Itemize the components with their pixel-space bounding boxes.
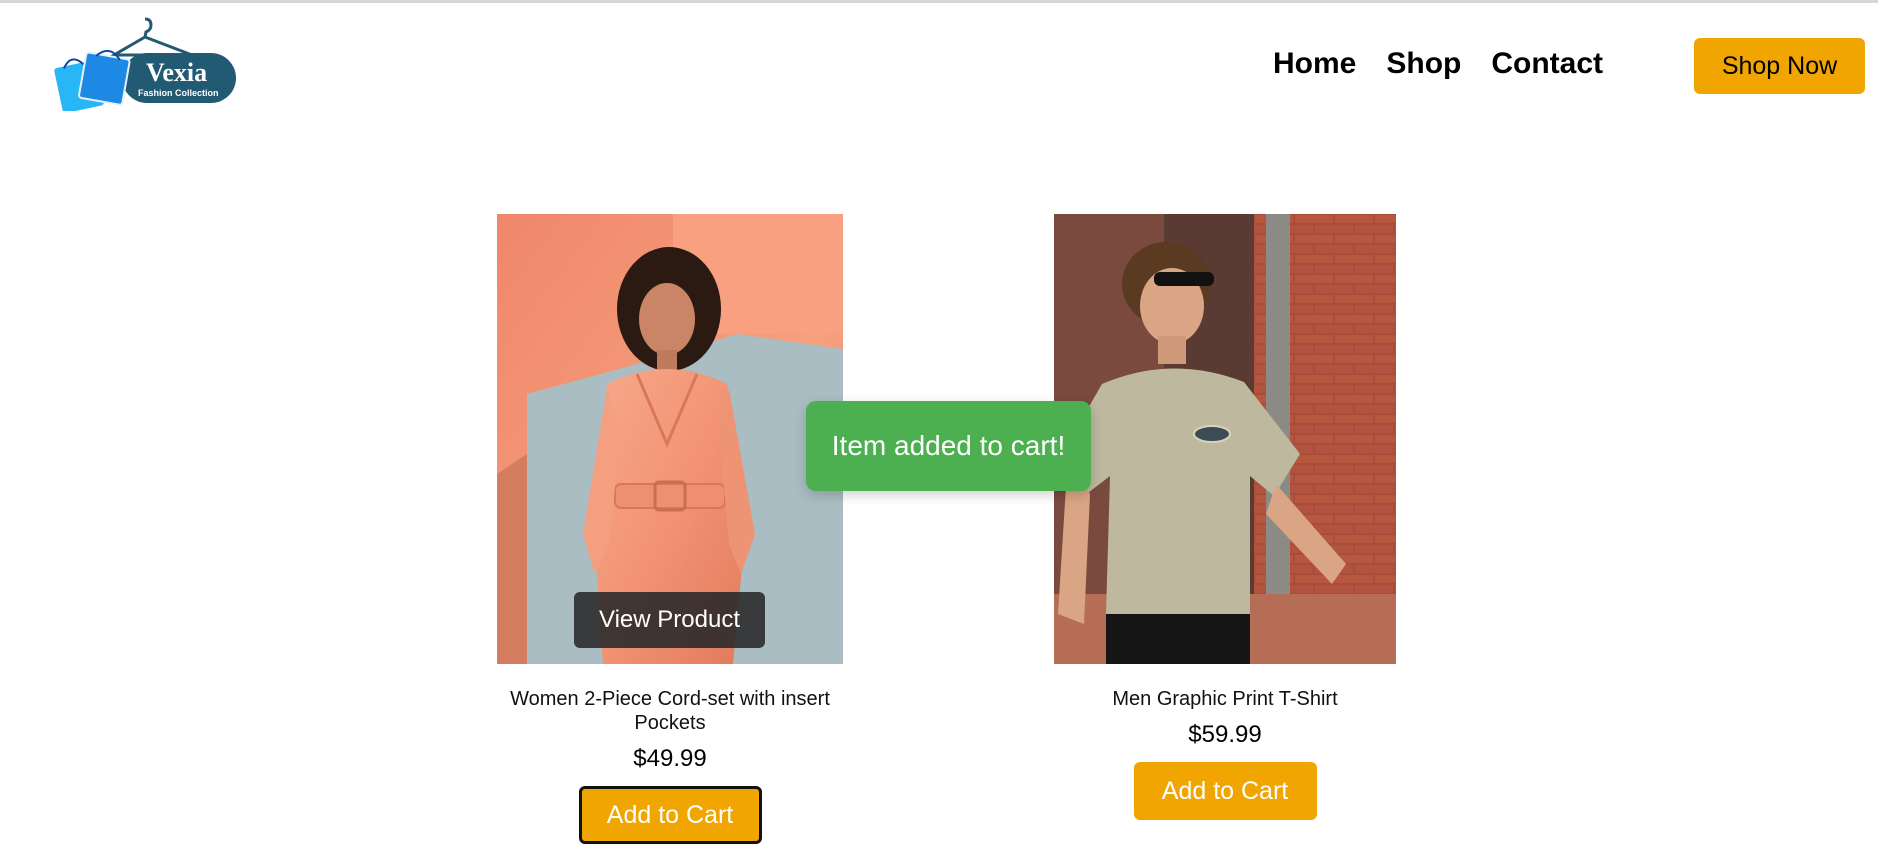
product-name: Men Graphic Print T-Shirt (1112, 688, 1338, 710)
nav-home[interactable]: Home (1273, 46, 1356, 82)
product-image[interactable]: View Product (497, 214, 843, 664)
product-name: Women 2-Piece Cord-set with insert Pocke… (510, 688, 830, 734)
brand-logo[interactable]: Vexia Fashion Collection (52, 15, 238, 114)
nav-contact[interactable]: Contact (1491, 46, 1603, 82)
product-price: $59.99 (1188, 721, 1262, 748)
add-to-cart-button[interactable]: Add to Cart (578, 786, 762, 844)
shop-now-button[interactable]: Shop Now (1694, 38, 1865, 94)
product-price: $49.99 (633, 745, 707, 772)
site-header: Vexia Fashion Collection Home Shop Conta… (0, 3, 1878, 133)
view-product-button[interactable]: View Product (574, 592, 765, 648)
man-tshirt-image (1054, 214, 1396, 664)
add-to-cart-button[interactable]: Add to Cart (1133, 762, 1317, 820)
product-image[interactable] (1054, 214, 1396, 664)
product-card: View Product Women 2-Piece Cord-set with… (477, 214, 863, 844)
main-nav: Home Shop Contact (1273, 46, 1603, 82)
product-card: Men Graphic Print T-Shirt $59.99 Add to … (1032, 214, 1418, 820)
toast-notification: Item added to cart! (806, 401, 1091, 491)
brand-tagline: Fashion Collection (138, 88, 219, 98)
logo-icon: Vexia Fashion Collection (54, 17, 236, 114)
page: Vexia Fashion Collection Home Shop Conta… (0, 0, 1878, 856)
brand-name: Vexia (146, 58, 207, 87)
nav-shop[interactable]: Shop (1386, 46, 1461, 82)
